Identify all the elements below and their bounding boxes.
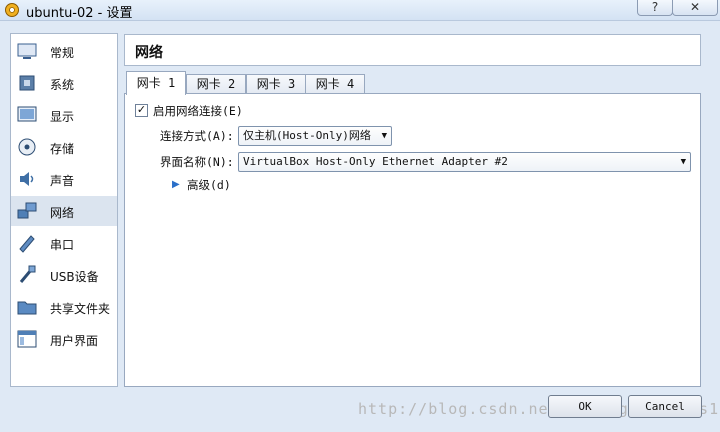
sidebar-item-label: 用户界面: [50, 334, 99, 348]
tab-adapter-4[interactable]: 网卡 4: [305, 74, 365, 94]
usb-icon: [19, 265, 36, 283]
title-bar: ubuntu-02 - 设置 ? ✕: [0, 0, 720, 21]
system-icon: [19, 75, 35, 91]
enable-network-label: 启用网络连接(E): [153, 104, 243, 118]
page-header: 网络: [124, 34, 701, 66]
close-button[interactable]: ✕: [672, 0, 718, 16]
sidebar-item-label: 串口: [50, 238, 75, 252]
sidebar-item-general[interactable]: 常规: [11, 36, 117, 66]
tab-adapter-1[interactable]: 网卡 1: [126, 71, 186, 95]
attached-to-select[interactable]: 仅主机(Host-Only)网络 ▼: [238, 126, 392, 146]
dropdown-arrow-icon: ▼: [381, 131, 387, 141]
virtualbox-gear-icon: [5, 3, 19, 17]
display-icon: [17, 106, 37, 122]
page-title: 网络: [135, 45, 163, 61]
serial-port-icon: [19, 235, 35, 253]
general-icon: [17, 43, 37, 59]
sidebar-item-display[interactable]: 显示: [11, 100, 117, 130]
sidebar-item-label: 声音: [50, 174, 75, 188]
sidebar-item-network[interactable]: 网络: [11, 196, 117, 226]
attached-to-value: 仅主机(Host-Only)网络: [243, 129, 371, 142]
sidebar-item-label: 存储: [50, 142, 75, 156]
attached-to-label: 连接方式(A):: [160, 129, 234, 143]
sidebar-item-label: 常规: [50, 46, 75, 60]
adapter-name-value: VirtualBox Host-Only Ethernet Adapter #2: [243, 155, 508, 168]
sidebar-item-serial-port[interactable]: 串口: [11, 228, 117, 258]
help-button[interactable]: ?: [637, 0, 673, 16]
tab-adapter-3[interactable]: 网卡 3: [246, 74, 306, 94]
network-icon: [17, 202, 37, 219]
sidebar-item-label: 共享文件夹: [50, 302, 111, 316]
sidebar-item-user-interface[interactable]: 用户界面: [11, 324, 117, 354]
window-title: ubuntu-02 - 设置: [26, 6, 133, 21]
expand-arrow-icon[interactable]: ▶: [172, 179, 180, 190]
sidebar-item-storage[interactable]: 存储: [11, 132, 117, 162]
sidebar-item-shared-folders[interactable]: 共享文件夹: [11, 292, 117, 322]
ok-button[interactable]: OK: [548, 395, 622, 418]
cancel-button[interactable]: Cancel: [628, 395, 702, 418]
sidebar-item-audio[interactable]: 声音: [11, 164, 117, 194]
audio-icon: [20, 172, 34, 186]
advanced-toggle[interactable]: 高级(d): [187, 177, 231, 193]
tab-adapter-2[interactable]: 网卡 2: [186, 74, 246, 94]
dropdown-arrow-icon: ▼: [680, 157, 686, 167]
storage-icon: [18, 138, 36, 156]
sidebar-item-label: 系统: [50, 78, 75, 92]
sidebar-item-usb[interactable]: USB设备: [11, 260, 117, 290]
enable-network-checkbox[interactable]: ✓: [135, 104, 148, 117]
sidebar-item-label: 显示: [50, 110, 75, 124]
sidebar-item-label: USB设备: [50, 270, 99, 284]
sidebar-item-label: 网络: [50, 206, 75, 220]
adapter-name-select[interactable]: VirtualBox Host-Only Ethernet Adapter #2…: [238, 152, 691, 172]
sidebar-item-system[interactable]: 系统: [11, 68, 117, 98]
adapter-name-label: 界面名称(N):: [160, 155, 234, 169]
settings-sidebar: 常规 系统 显示 存储 声音 网络 串口 USB设备 共享文件夹 用户界面: [10, 33, 118, 387]
shared-folder-icon: [17, 301, 37, 315]
user-interface-icon: [17, 330, 37, 348]
